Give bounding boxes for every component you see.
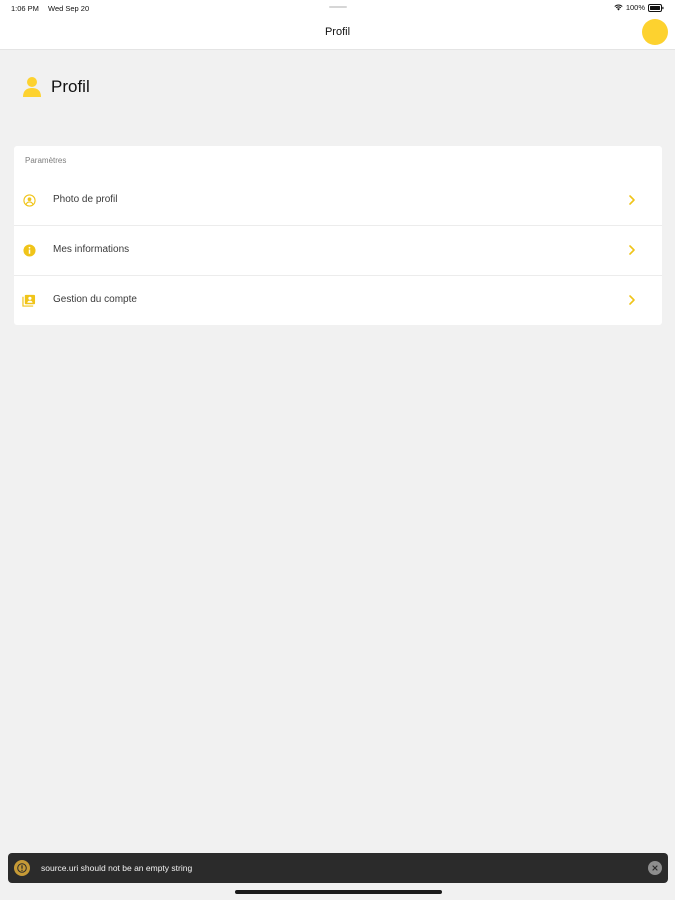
multitasking-indicator [329, 6, 347, 8]
toast-message: source.uri should not be an empty string [41, 863, 193, 873]
settings-item-gestion-du-compte[interactable]: Gestion du compte [14, 276, 662, 325]
status-right: 100% [614, 3, 664, 12]
chevron-right-icon [629, 295, 635, 305]
navigation-bar: Profil [0, 16, 675, 50]
wifi-icon [614, 4, 623, 11]
battery-percent: 100% [625, 3, 645, 12]
contact-card-icon [22, 294, 36, 307]
status-date: Wed Sep 20 [48, 4, 90, 13]
status-time: 1:06 PM [11, 4, 39, 13]
chevron-right-icon [629, 195, 635, 205]
settings-item-photo-de-profil[interactable]: Photo de profil [14, 176, 662, 225]
close-icon[interactable] [648, 861, 662, 875]
settings-item-label: Mes informations [53, 244, 130, 255]
settings-card: Paramètres Photo de profil Mes informati… [14, 146, 662, 325]
warning-toast[interactable]: source.uri should not be an empty string [8, 853, 668, 883]
user-circle-icon [22, 193, 36, 207]
battery-icon [648, 3, 664, 12]
settings-item-label: Photo de profil [53, 194, 118, 205]
warning-glyph-icon [17, 863, 27, 873]
page-title: Profil [51, 77, 90, 96]
warning-icon [14, 860, 30, 876]
info-icon [22, 243, 36, 257]
close-glyph-icon [652, 865, 658, 871]
user-icon [23, 77, 41, 97]
settings-item-label: Gestion du compte [53, 294, 137, 305]
avatar-button[interactable] [642, 19, 668, 45]
section-label: Paramètres [25, 156, 67, 165]
nav-title: Profil [324, 26, 351, 38]
settings-item-mes-informations[interactable]: Mes informations [14, 226, 662, 275]
home-indicator [235, 890, 442, 894]
page-header: Profil [22, 76, 90, 98]
chevron-right-icon [629, 245, 635, 255]
status-bar: 1:06 PM Wed Sep 20 100% [0, 0, 675, 16]
